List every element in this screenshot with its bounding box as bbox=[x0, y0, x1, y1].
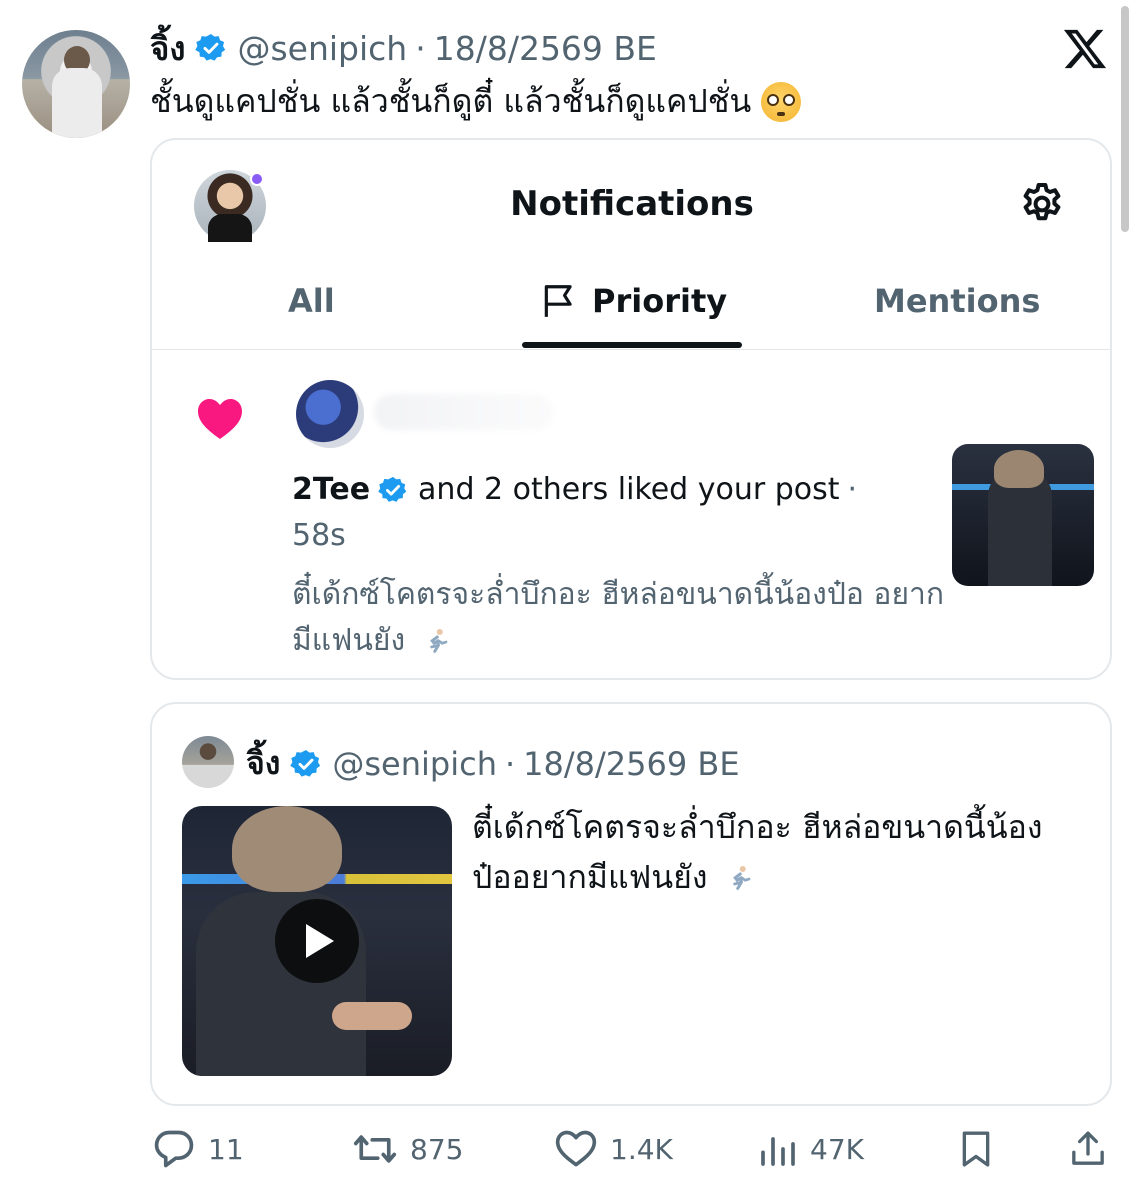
bookmark-icon bbox=[962, 1131, 990, 1167]
share-icon bbox=[1072, 1131, 1104, 1165]
quoted-video[interactable] bbox=[182, 806, 452, 1076]
quoted-post-text: ตี๋เด้กซ์โคตรจะล่ำบึกอะ ฮีหล่อขนาดนี้น้อ… bbox=[472, 802, 1092, 902]
quoted-post-header: จิ้ง @senipich · 18/8/2569 BE bbox=[246, 738, 740, 789]
views-count: 47K bbox=[810, 1132, 864, 1166]
author-avatar[interactable] bbox=[22, 30, 130, 138]
blurred-username bbox=[374, 394, 554, 430]
post-action-bar: 11 875 1.4K 47K bbox=[150, 1122, 1112, 1176]
repost-count: 875 bbox=[410, 1132, 464, 1166]
page-title: Notifications bbox=[510, 184, 754, 224]
running-person-icon bbox=[732, 866, 751, 890]
quoted-post-text-content: ตี๋เด้กซ์โคตรจะล่ำบึกอะ ฮีหล่อขนาดนี้น้อ… bbox=[472, 808, 1043, 896]
quoted-post-date[interactable]: 18/8/2569 BE bbox=[523, 745, 739, 783]
post-text-content: ชั้นดูแคปชั่น แล้วชั้นก็ดูตี๋ แล้วชั้นก็… bbox=[150, 82, 752, 120]
tab-priority-label: Priority bbox=[592, 282, 728, 320]
liker-avatar[interactable] bbox=[296, 380, 364, 448]
post-thumbnail[interactable] bbox=[952, 444, 1094, 586]
reply-icon bbox=[154, 1130, 194, 1168]
scrollbar[interactable] bbox=[1121, 6, 1129, 232]
like-action: and 2 others liked your post bbox=[418, 472, 840, 507]
like-button[interactable]: 1.4K bbox=[554, 1122, 673, 1176]
flushed-face-icon bbox=[761, 81, 802, 122]
like-count: 1.4K bbox=[610, 1132, 673, 1166]
liker-name[interactable]: 2Tee bbox=[292, 472, 370, 507]
gear-icon[interactable] bbox=[1018, 180, 1066, 228]
reply-count: 11 bbox=[208, 1132, 244, 1166]
post-date[interactable]: 18/8/2569 BE bbox=[434, 29, 657, 68]
author-name[interactable]: จิ้ง bbox=[150, 22, 185, 75]
separator-dot: · bbox=[847, 472, 858, 507]
heart-outline-icon bbox=[555, 1130, 597, 1167]
views-button[interactable]: 47K bbox=[758, 1122, 864, 1176]
tab-priority[interactable]: Priority bbox=[540, 282, 727, 320]
share-button[interactable] bbox=[1068, 1122, 1120, 1176]
tab-all[interactable]: All bbox=[288, 282, 335, 320]
bookmark-button[interactable] bbox=[956, 1122, 1008, 1176]
separator-dot: · bbox=[504, 744, 516, 783]
active-tab-indicator bbox=[522, 342, 742, 348]
post-header: จิ้ง @senipich · 18/8/2569 BE bbox=[150, 26, 657, 70]
quoted-post[interactable]: จิ้ง @senipich · 18/8/2569 BE ตี๋เด้กซ์โ… bbox=[150, 702, 1112, 1106]
views-chart-icon bbox=[761, 1137, 795, 1166]
tab-mentions-label: Mentions bbox=[874, 282, 1041, 320]
notifications-screenshot: Notifications All Priority Mentions 2Tee… bbox=[150, 138, 1112, 680]
video-hair bbox=[232, 806, 342, 892]
repost-button[interactable]: 875 bbox=[352, 1122, 463, 1176]
running-person-icon bbox=[429, 628, 448, 653]
liked-post-snippet[interactable]: ตี๋เด้กซ์โคตรจะล่ำบึกอะ ฮีหล่อขนาดนี้น้อ… bbox=[292, 572, 952, 664]
notification-time: 58s bbox=[292, 518, 346, 553]
separator-dot: · bbox=[415, 28, 426, 68]
reply-button[interactable]: 11 bbox=[152, 1122, 244, 1176]
like-notification-text[interactable]: 2Tee and 2 others liked your post · bbox=[292, 472, 857, 507]
flag-icon bbox=[544, 285, 572, 317]
x-logo-icon[interactable] bbox=[1062, 26, 1108, 72]
avatar-coat bbox=[52, 68, 102, 138]
heart-icon bbox=[196, 396, 244, 440]
quoted-author-name[interactable]: จิ้ง bbox=[246, 738, 280, 789]
quoted-author-avatar[interactable] bbox=[182, 736, 234, 788]
video-hands bbox=[332, 1002, 412, 1030]
play-icon bbox=[306, 924, 334, 958]
verified-badge-icon bbox=[195, 32, 227, 64]
play-button[interactable] bbox=[275, 899, 359, 983]
tab-all-label: All bbox=[288, 282, 335, 320]
liked-post-snippet-text: ตี๋เด้กซ์โคตรจะล่ำบึกอะ ฮีหล่อขนาดนี้น้อ… bbox=[292, 577, 945, 658]
verified-badge-icon bbox=[378, 475, 408, 505]
quoted-author-handle[interactable]: @senipich bbox=[332, 745, 497, 783]
tab-mentions[interactable]: Mentions bbox=[874, 282, 1040, 320]
post-text: ชั้นดูแคปชั่น แล้วชั้นก็ดูตี๋ แล้วชั้นก็… bbox=[150, 76, 802, 127]
repost-icon bbox=[353, 1135, 397, 1163]
author-handle[interactable]: @senipich bbox=[237, 29, 407, 68]
verified-badge-icon bbox=[290, 748, 322, 780]
thumbnail-hair bbox=[994, 450, 1044, 488]
notification-tabs: All Priority Mentions bbox=[152, 268, 1110, 350]
